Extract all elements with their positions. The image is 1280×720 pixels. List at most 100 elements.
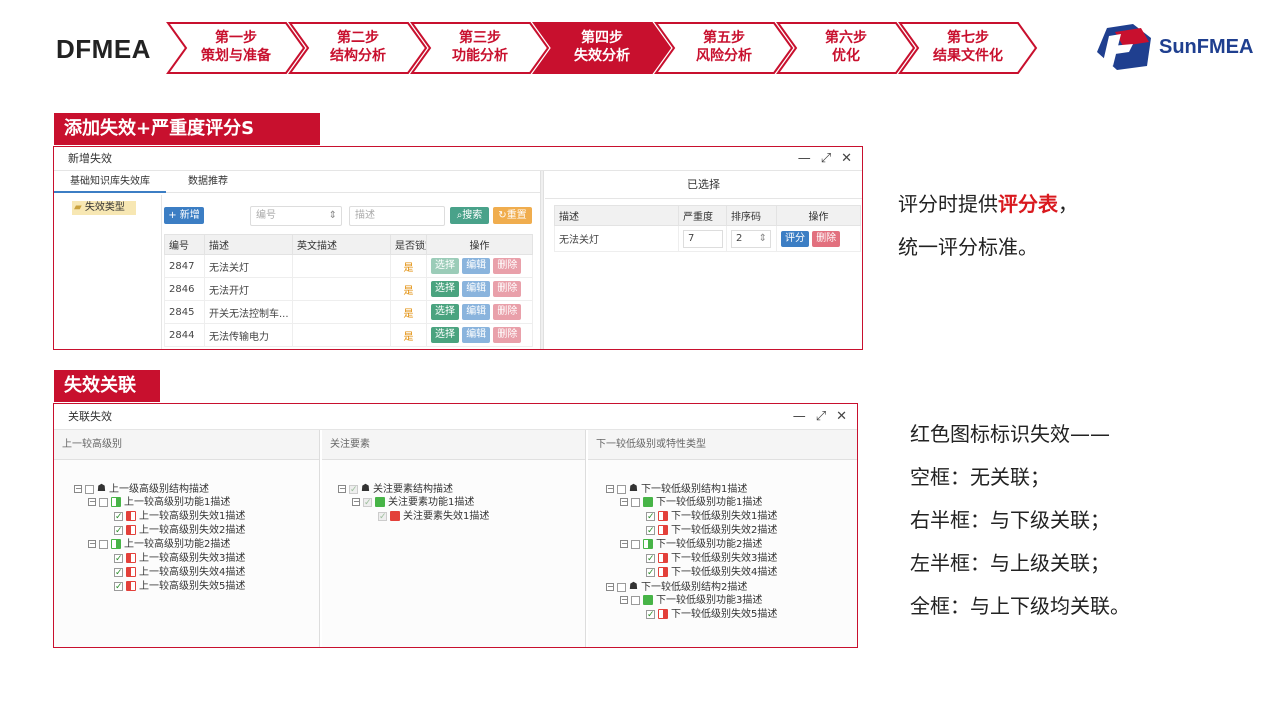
edit-button[interactable]: 编辑 <box>462 281 491 297</box>
delete-button[interactable]: 删除 <box>493 304 522 320</box>
checkbox[interactable] <box>646 524 655 538</box>
tree-node[interactable]: 下一较低级别失效5描述 <box>646 608 777 622</box>
maximize-icon[interactable]: ⤢ <box>816 404 826 430</box>
checkbox[interactable] <box>114 524 123 538</box>
code-input[interactable]: 编号 ⇕ <box>250 206 342 226</box>
checkbox[interactable] <box>114 566 123 580</box>
tree-node[interactable]: − 下一较低级别功能3描述 <box>620 594 762 608</box>
collapse-icon[interactable]: − <box>620 540 628 548</box>
col-en-desc[interactable]: 英文描述 <box>292 234 391 255</box>
edit-button[interactable]: 编辑 <box>462 304 491 320</box>
select-button[interactable]: 选择 <box>431 327 459 343</box>
checkbox[interactable] <box>646 552 655 566</box>
checkbox[interactable] <box>363 496 372 510</box>
checkbox[interactable] <box>646 510 655 524</box>
table-row[interactable]: 2846 无法开灯 是 选择 编辑 删除 <box>164 277 533 301</box>
checkbox[interactable] <box>646 608 655 622</box>
tree-node[interactable]: 关注要素失效1描述 <box>378 510 489 524</box>
collapse-icon[interactable]: − <box>88 498 96 506</box>
checkbox[interactable] <box>631 539 640 549</box>
close-icon[interactable]: ✕ <box>841 147 852 171</box>
spinner-icon[interactable]: ⇕ <box>759 231 767 247</box>
checkbox[interactable] <box>85 484 94 494</box>
col-locked[interactable]: 是否锁定 <box>390 234 427 255</box>
collapse-icon[interactable]: − <box>338 485 346 493</box>
reset-button[interactable]: ↻重置 <box>493 207 532 224</box>
tree-node[interactable]: − 上一较高级别功能1描述 <box>88 496 230 510</box>
new-button[interactable]: + 新增 <box>164 207 204 224</box>
delete-button[interactable]: 删除 <box>812 230 841 247</box>
tree-node[interactable]: 上一较高级别失效4描述 <box>114 566 245 580</box>
table-row[interactable]: 2847 无法关灯 是 选择 编辑 删除 <box>164 254 533 278</box>
pane-splitter[interactable] <box>540 171 544 349</box>
search-button[interactable]: ⌕搜索 <box>450 207 489 224</box>
checkbox[interactable] <box>646 566 655 580</box>
tree-node[interactable]: 上一较高级别失效5描述 <box>114 580 245 594</box>
col-code[interactable]: 编号 <box>164 234 205 255</box>
edit-button[interactable]: 编辑 <box>462 327 491 343</box>
tree-node[interactable]: − 下一较低级别功能1描述 <box>620 496 762 510</box>
tree-node[interactable]: 下一较低级别失效4描述 <box>646 566 777 580</box>
step-4-active[interactable]: 第四步 失效分析 <box>532 21 672 75</box>
checkbox[interactable] <box>617 484 626 494</box>
spinner-icon[interactable]: ⇕ <box>329 207 337 225</box>
minimize-icon[interactable]: — <box>798 147 811 171</box>
tree-node[interactable]: − ☗ 下一较低级别结构2描述 <box>606 580 747 594</box>
rate-button[interactable]: 评分 <box>781 230 809 247</box>
select-button[interactable]: 选择 <box>431 258 459 274</box>
tree-node[interactable]: − ☗ 下一较低级别结构1描述 <box>606 482 747 496</box>
tab-knowledge-base[interactable]: 基础知识库失效库 <box>54 171 166 193</box>
checkbox[interactable] <box>114 580 123 594</box>
tree-node-failure-type[interactable]: ▰ 失效类型 <box>72 201 136 215</box>
tree-node[interactable]: − ☗ 上一级高级别结构描述 <box>74 482 209 496</box>
checkbox[interactable] <box>378 510 387 524</box>
tree-node[interactable]: − 上一较高级别功能2描述 <box>88 538 230 552</box>
col-desc[interactable]: 描述 <box>204 234 293 255</box>
desc-input[interactable]: 描述 <box>349 206 445 226</box>
maximize-icon[interactable]: ⤢ <box>821 147 831 171</box>
tree-node[interactable]: 下一较低级别失效1描述 <box>646 510 777 524</box>
step-2[interactable]: 第二步 结构分析 <box>288 21 428 75</box>
checkbox[interactable] <box>114 510 123 524</box>
minimize-icon[interactable]: — <box>793 404 806 430</box>
checkbox[interactable] <box>631 595 640 605</box>
step-3[interactable]: 第三步 功能分析 <box>410 21 550 75</box>
tree-node[interactable]: 上一较高级别失效1描述 <box>114 510 245 524</box>
table-row[interactable]: 2844 无法传输电力 是 选择 编辑 删除 <box>164 323 533 347</box>
order-stepper[interactable]: 2 ⇕ <box>731 229 771 248</box>
checkbox[interactable] <box>99 497 108 507</box>
select-button[interactable]: 选择 <box>431 281 459 297</box>
checkbox[interactable] <box>99 539 108 549</box>
table-row[interactable]: 2845 开关无法控制车... 是 选择 编辑 删除 <box>164 300 533 324</box>
tree-node[interactable]: 下一较低级别失效3描述 <box>646 552 777 566</box>
close-icon[interactable]: ✕ <box>836 404 847 430</box>
checkbox[interactable] <box>349 483 358 497</box>
collapse-icon[interactable]: − <box>620 596 628 604</box>
collapse-icon[interactable]: − <box>606 583 614 591</box>
tree-node[interactable]: − 关注要素功能1描述 <box>352 496 474 510</box>
checkbox[interactable] <box>114 552 123 566</box>
step-6[interactable]: 第六步 优化 <box>776 21 916 75</box>
tree-node[interactable]: 下一较低级别失效2描述 <box>646 524 777 538</box>
collapse-icon[interactable]: − <box>606 485 614 493</box>
edit-button[interactable]: 编辑 <box>462 258 491 274</box>
tree-node[interactable]: − ☗关注要素结构描述 <box>338 482 453 497</box>
step-7[interactable]: 第七步 结果文件化 <box>898 21 1038 75</box>
tab-data-recommend[interactable]: 数据推荐 <box>166 171 542 193</box>
collapse-icon[interactable]: − <box>88 540 96 548</box>
collapse-icon[interactable]: − <box>74 485 82 493</box>
collapse-icon[interactable]: − <box>352 498 360 506</box>
tree-node[interactable]: − 下一较低级别功能2描述 <box>620 538 762 552</box>
checkbox[interactable] <box>617 582 626 592</box>
delete-button[interactable]: 删除 <box>493 258 522 274</box>
checkbox[interactable] <box>631 497 640 507</box>
severity-input[interactable]: 7 <box>683 229 723 248</box>
tree-node[interactable]: 上一较高级别失效2描述 <box>114 524 245 538</box>
table-row[interactable]: 无法关灯 7 2 ⇕ 评分 删除 <box>554 225 861 252</box>
delete-button[interactable]: 删除 <box>493 281 522 297</box>
collapse-icon[interactable]: − <box>620 498 628 506</box>
step-5[interactable]: 第五步 风险分析 <box>654 21 794 75</box>
select-button[interactable]: 选择 <box>431 304 459 320</box>
step-1[interactable]: 第一步 策划与准备 <box>166 21 306 75</box>
tree-node[interactable]: 上一较高级别失效3描述 <box>114 552 245 566</box>
